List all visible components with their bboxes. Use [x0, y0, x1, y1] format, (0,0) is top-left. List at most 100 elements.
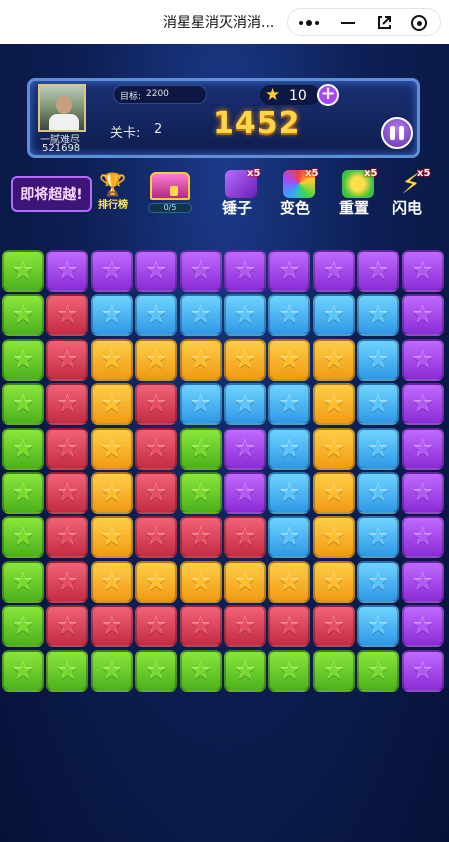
star-tile-blue[interactable]: ★ [357, 427, 400, 470]
star-tile-red[interactable]: ★ [46, 294, 89, 337]
star-tile-blue[interactable]: ★ [357, 560, 400, 603]
star-tile-green[interactable]: ★ [2, 472, 44, 514]
star-tile-yellow[interactable]: ★ [312, 427, 355, 470]
star-tile-blue[interactable]: ★ [357, 472, 400, 514]
star-tile-green[interactable]: ★ [268, 649, 311, 692]
star-tile-purple[interactable]: ★ [224, 427, 266, 470]
star-tile-purple[interactable]: ★ [401, 338, 444, 381]
star-tile-red[interactable]: ★ [46, 427, 89, 470]
star-tile-yellow[interactable]: ★ [90, 560, 133, 603]
star-tile-green[interactable]: ★ [179, 427, 222, 470]
star-tile-red[interactable]: ★ [46, 472, 89, 514]
star-tile-blue[interactable]: ★ [224, 383, 266, 426]
star-tile-blue[interactable]: ★ [312, 294, 355, 337]
star-tile-yellow[interactable]: ★ [90, 383, 133, 426]
star-tile-purple[interactable]: ★ [401, 427, 444, 470]
tool-lightning[interactable]: ⚡ x5 闪电 [389, 168, 439, 217]
star-tile-red[interactable]: ★ [46, 605, 89, 648]
star-tile-red[interactable]: ★ [135, 605, 178, 648]
star-tile-yellow[interactable]: ★ [224, 338, 266, 381]
star-tile-green[interactable]: ★ [135, 649, 178, 692]
star-tile-green[interactable]: ★ [2, 383, 44, 426]
star-tile-red[interactable]: ★ [135, 472, 178, 514]
star-tile-blue[interactable]: ★ [357, 294, 400, 337]
pause-button[interactable] [381, 117, 413, 149]
star-tile-red[interactable]: ★ [179, 516, 222, 559]
star-tile-purple[interactable]: ★ [401, 383, 444, 426]
star-tile-blue[interactable]: ★ [357, 338, 400, 381]
star-tile-purple[interactable]: ★ [401, 605, 444, 648]
star-tile-purple[interactable]: ★ [312, 250, 355, 292]
star-tile-blue[interactable]: ★ [268, 427, 311, 470]
star-tile-red[interactable]: ★ [268, 605, 311, 648]
star-tile-yellow[interactable]: ★ [312, 338, 355, 381]
star-tile-red[interactable]: ★ [224, 516, 266, 559]
star-tile-green[interactable]: ★ [2, 427, 44, 470]
star-tile-yellow[interactable]: ★ [268, 560, 311, 603]
star-tile-green[interactable]: ★ [224, 649, 266, 692]
star-tile-yellow[interactable]: ★ [224, 560, 266, 603]
tool-hammer[interactable]: x5 锤子 [219, 168, 269, 217]
star-tile-yellow[interactable]: ★ [90, 516, 133, 559]
star-tile-yellow[interactable]: ★ [179, 560, 222, 603]
avatar[interactable] [38, 84, 86, 132]
star-tile-yellow[interactable]: ★ [312, 472, 355, 514]
star-tile-red[interactable]: ★ [224, 605, 266, 648]
tool-reset[interactable]: x5 重置 [336, 168, 386, 217]
star-tile-green[interactable]: ★ [90, 649, 133, 692]
star-tile-red[interactable]: ★ [90, 605, 133, 648]
share-icon[interactable] [371, 12, 397, 34]
star-tile-purple[interactable]: ★ [401, 516, 444, 559]
star-tile-green[interactable]: ★ [2, 338, 44, 381]
star-tile-red[interactable]: ★ [46, 560, 89, 603]
star-tile-red[interactable]: ★ [312, 605, 355, 648]
star-tile-red[interactable]: ★ [135, 516, 178, 559]
star-tile-green[interactable]: ★ [312, 649, 355, 692]
star-tile-blue[interactable]: ★ [357, 605, 400, 648]
star-tile-green[interactable]: ★ [357, 649, 400, 692]
star-tile-purple[interactable]: ★ [401, 472, 444, 514]
star-tile-blue[interactable]: ★ [179, 383, 222, 426]
star-tile-purple[interactable]: ★ [90, 250, 133, 292]
leaderboard-button[interactable]: 🏆 排行榜 [96, 174, 130, 216]
star-tile-blue[interactable]: ★ [357, 383, 400, 426]
star-tile-green[interactable]: ★ [2, 250, 44, 292]
star-tile-blue[interactable]: ★ [135, 294, 178, 337]
add-coins-button[interactable]: + [317, 84, 339, 106]
star-tile-yellow[interactable]: ★ [312, 516, 355, 559]
star-tile-red[interactable]: ★ [46, 383, 89, 426]
star-tile-green[interactable]: ★ [2, 649, 44, 692]
star-tile-yellow[interactable]: ★ [135, 560, 178, 603]
close-icon[interactable] [406, 12, 432, 34]
star-tile-red[interactable]: ★ [135, 383, 178, 426]
star-tile-yellow[interactable]: ★ [90, 472, 133, 514]
star-tile-blue[interactable]: ★ [268, 516, 311, 559]
star-tile-green[interactable]: ★ [46, 649, 89, 692]
star-tile-purple[interactable]: ★ [179, 250, 222, 292]
star-tile-purple[interactable]: ★ [401, 250, 444, 292]
star-tile-purple[interactable]: ★ [46, 250, 89, 292]
star-tile-blue[interactable]: ★ [90, 294, 133, 337]
star-tile-red[interactable]: ★ [46, 516, 89, 559]
star-tile-yellow[interactable]: ★ [312, 383, 355, 426]
star-tile-green[interactable]: ★ [2, 294, 44, 337]
treasure-chest-button[interactable]: 0/5 [148, 170, 192, 214]
star-tile-blue[interactable]: ★ [357, 516, 400, 559]
star-tile-purple[interactable]: ★ [224, 472, 266, 514]
star-tile-yellow[interactable]: ★ [312, 560, 355, 603]
star-tile-red[interactable]: ★ [135, 427, 178, 470]
star-tile-blue[interactable]: ★ [179, 294, 222, 337]
star-tile-purple[interactable]: ★ [268, 250, 311, 292]
star-tile-blue[interactable]: ★ [224, 294, 266, 337]
star-tile-yellow[interactable]: ★ [90, 427, 133, 470]
star-tile-purple[interactable]: ★ [401, 649, 444, 692]
tool-change-color[interactable]: x5 变色 [277, 168, 327, 217]
star-tile-purple[interactable]: ★ [357, 250, 400, 292]
star-tile-purple[interactable]: ★ [135, 250, 178, 292]
star-tile-green[interactable]: ★ [179, 649, 222, 692]
star-tile-yellow[interactable]: ★ [268, 338, 311, 381]
star-tile-red[interactable]: ★ [179, 605, 222, 648]
star-tile-green[interactable]: ★ [2, 560, 44, 603]
star-tile-yellow[interactable]: ★ [90, 338, 133, 381]
minimize-icon[interactable] [335, 12, 361, 34]
